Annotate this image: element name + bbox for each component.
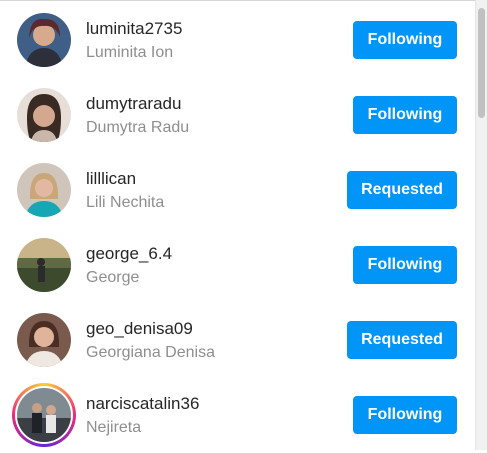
avatar[interactable] xyxy=(17,88,71,142)
username[interactable]: lilllican xyxy=(86,169,136,189)
avatar[interactable] xyxy=(17,313,71,367)
full-name: Dumytra Radu xyxy=(86,119,190,136)
following-button[interactable]: Following xyxy=(353,246,457,284)
avatar-image xyxy=(17,88,71,142)
list-item[interactable]: narciscatalin36 Nejireta Following xyxy=(0,378,476,453)
list-top-border xyxy=(0,0,476,1)
list-item[interactable]: george_6.4 George Following xyxy=(0,228,476,303)
following-button[interactable]: Following xyxy=(353,21,457,59)
avatar-image xyxy=(17,13,71,67)
list-item[interactable]: lilllican Lili Nechita Requested xyxy=(0,153,476,228)
list-item[interactable]: dumytraradu Dumytra Radu Following xyxy=(0,78,476,153)
full-name: Georgiana Denisa xyxy=(86,344,215,361)
following-list: luminita2735 Luminita Ion Following dumy… xyxy=(0,0,476,450)
avatar-image xyxy=(17,388,71,442)
full-name: Lili Nechita xyxy=(86,194,165,211)
avatar-image xyxy=(17,163,71,217)
scrollbar-thumb[interactable] xyxy=(478,8,485,118)
username[interactable]: geo_denisa09 xyxy=(86,319,193,339)
requested-button[interactable]: Requested xyxy=(347,321,457,359)
following-button[interactable]: Following xyxy=(353,96,457,134)
username[interactable]: george_6.4 xyxy=(86,244,172,264)
following-button[interactable]: Following xyxy=(353,396,457,434)
avatar[interactable] xyxy=(17,13,71,67)
full-name: Luminita Ion xyxy=(86,44,174,61)
full-name: George xyxy=(86,269,140,286)
list-item[interactable]: luminita2735 Luminita Ion Following xyxy=(0,3,476,78)
full-name: Nejireta xyxy=(86,419,142,436)
avatar[interactable] xyxy=(17,163,71,217)
requested-button[interactable]: Requested xyxy=(347,171,457,209)
username[interactable]: dumytraradu xyxy=(86,94,181,114)
avatar[interactable] xyxy=(17,238,71,292)
list-item[interactable]: geo_denisa09 Georgiana Denisa Requested xyxy=(0,303,476,378)
avatar-image xyxy=(17,238,71,292)
username[interactable]: luminita2735 xyxy=(86,19,182,39)
avatar[interactable] xyxy=(17,388,71,442)
username[interactable]: narciscatalin36 xyxy=(86,394,199,414)
avatar-image xyxy=(17,313,71,367)
scrollbar[interactable] xyxy=(475,0,487,450)
